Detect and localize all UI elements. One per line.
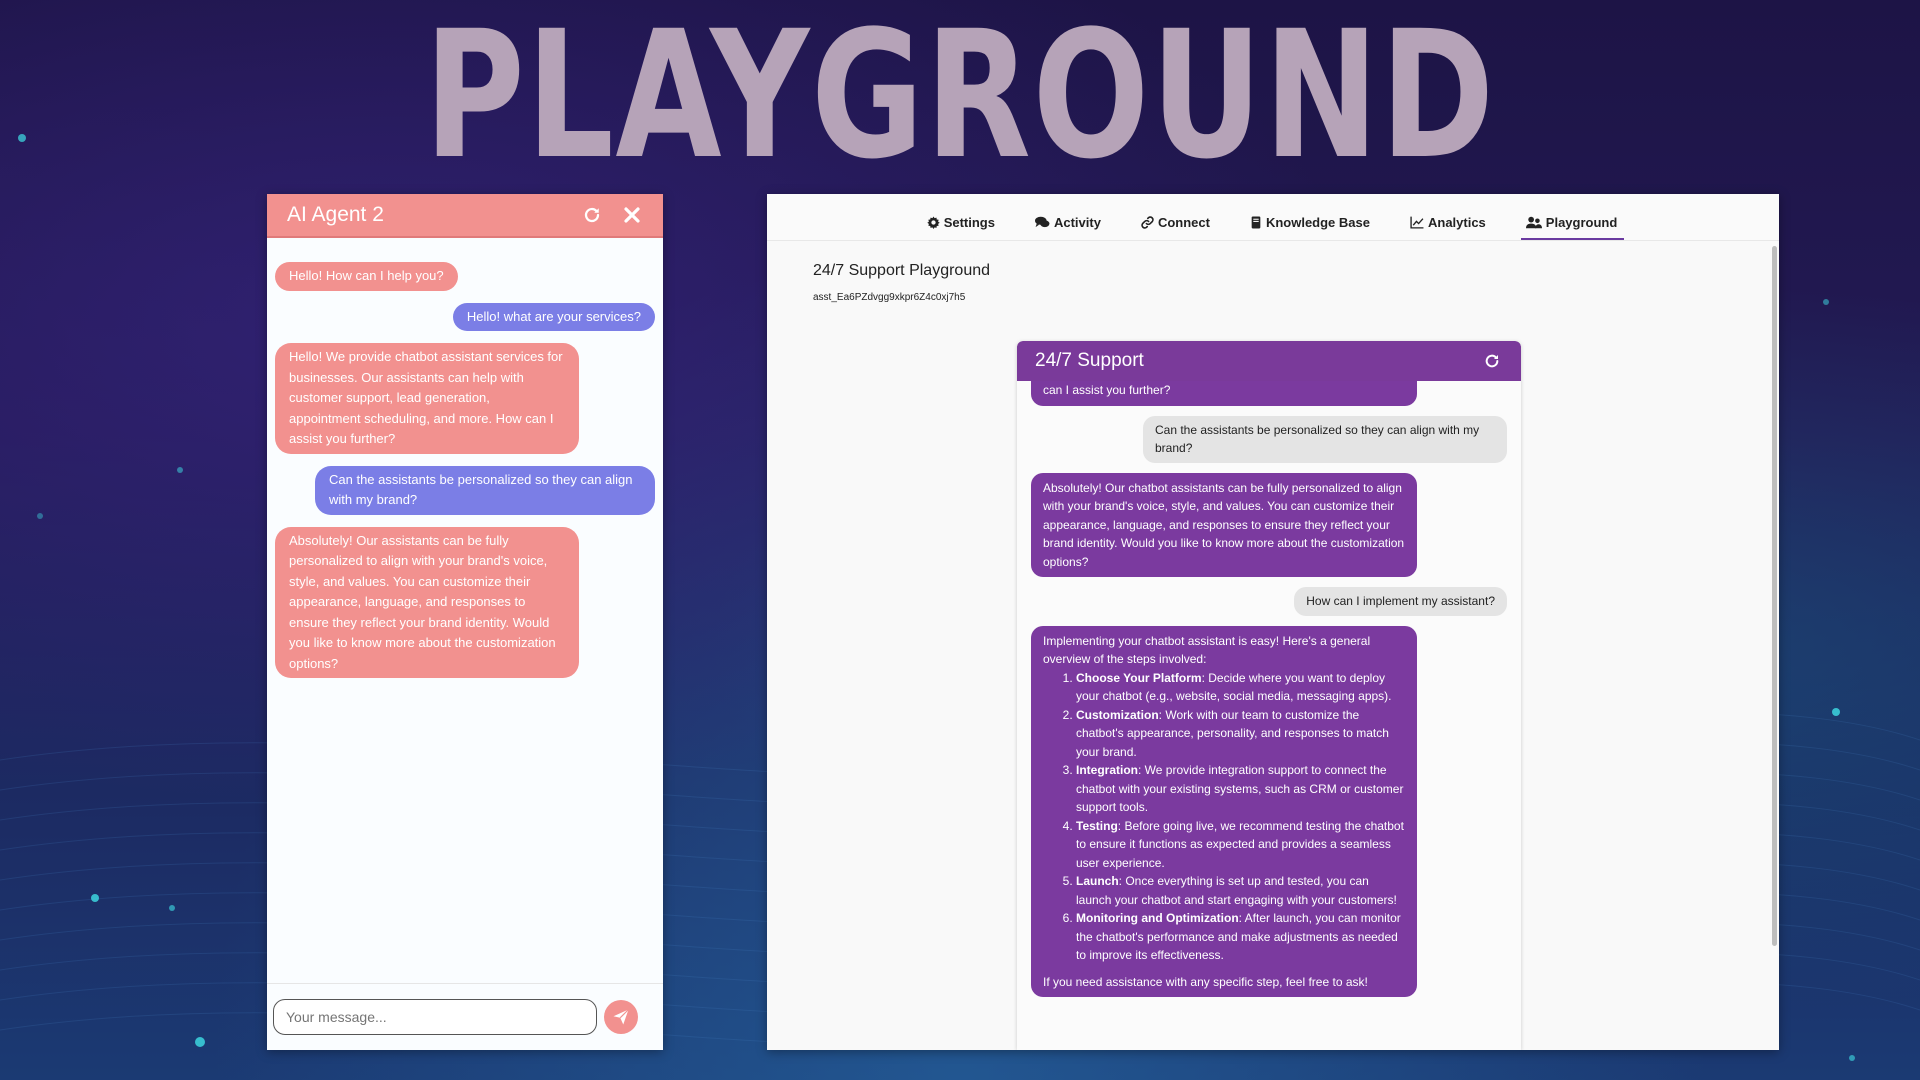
step-title: Testing (1076, 818, 1118, 833)
page-title: 24/7 Support Playground (813, 262, 991, 279)
agent-composer (267, 983, 663, 1050)
tab-label: Connect (1157, 215, 1210, 230)
assistant-admin-panel: Settings Activity Connect Knowledge Base… (767, 194, 1779, 1050)
panel-nav-tabs: Settings Activity Connect Knowledge Base… (767, 194, 1779, 241)
list-item: Integration: We provide integration supp… (1076, 761, 1405, 817)
support-chat-header: 24/7 Support (1017, 341, 1521, 381)
support-message-list: can I assist you further? Can the assist… (1017, 381, 1521, 997)
panel-scrollbar[interactable] (1772, 246, 1777, 946)
step-title: Customization (1076, 707, 1159, 722)
tab-label: Playground (1545, 215, 1618, 230)
tab-knowledge-base[interactable]: Knowledge Base (1245, 215, 1377, 240)
steps-intro: Implementing your chatbot assistant is e… (1043, 633, 1371, 667)
hero-title: PLAYGROUND (424, 0, 1496, 198)
chart-icon (1410, 216, 1424, 229)
list-item: Launch: Once everything is set up and te… (1076, 872, 1405, 909)
send-icon (613, 1009, 629, 1025)
agent-chat-title: AI Agent 2 (287, 203, 384, 226)
tab-activity[interactable]: Activity (1030, 215, 1108, 240)
agent-chat-header: AI Agent 2 (267, 194, 663, 238)
step-title: Monitoring and Optimization (1076, 911, 1239, 925)
step-title: Integration (1076, 763, 1138, 777)
step-text: : Once everything is set up and tested, … (1076, 874, 1397, 907)
comments-icon (1034, 216, 1050, 228)
step-title: Launch (1076, 874, 1119, 888)
support-chat-widget: 24/7 Support can I assist you further? C… (1017, 341, 1521, 1050)
bot-message: Hello! We provide chatbot assistant serv… (275, 343, 579, 454)
tab-label: Knowledge Base (1265, 215, 1370, 230)
step-text: : Before going live, we recommend testin… (1076, 818, 1404, 870)
bot-message: Absolutely! Our assistants can be fully … (275, 526, 579, 678)
steps-list: Choose Your Platform: Decide where you w… (1043, 669, 1405, 965)
close-icon[interactable] (621, 204, 643, 226)
gear-icon (926, 216, 940, 229)
assistant-id: asst_Ea6PZdvgg9xkpr6Z4c0xj7h5 (813, 292, 966, 303)
bot-message: can I assist you further? (1031, 381, 1417, 406)
bot-message: Implementing your chatbot assistant is e… (1031, 625, 1417, 997)
tab-label: Analytics (1427, 215, 1486, 230)
agent-chat-widget: AI Agent 2 Hello! How can I help you? He… (267, 194, 663, 1050)
step-title: Choose Your Platform (1076, 670, 1202, 685)
message-input[interactable] (273, 999, 597, 1035)
send-button[interactable] (604, 1000, 638, 1034)
user-message: Hello! what are your services? (452, 302, 655, 331)
user-message: Can the assistants be personalized so th… (1143, 415, 1507, 463)
list-item: Customization: Work with our team to cus… (1076, 706, 1405, 762)
agent-message-list: Hello! How can I help you? Hello! what a… (267, 238, 663, 952)
list-item: Monitoring and Optimization: After launc… (1076, 909, 1405, 965)
steps-outro: If you need assistance with any specific… (1043, 974, 1368, 989)
refresh-icon[interactable] (581, 204, 603, 226)
link-icon (1141, 216, 1154, 229)
user-message: Can the assistants be personalized so th… (315, 465, 655, 515)
tab-label: Settings (943, 215, 995, 230)
tab-analytics[interactable]: Analytics (1405, 215, 1493, 240)
book-icon (1251, 216, 1261, 229)
support-chat-title: 24/7 Support (1035, 350, 1144, 371)
tab-settings[interactable]: Settings (922, 215, 1002, 240)
user-message: How can I implement my assistant? (1294, 587, 1507, 616)
bot-message: Absolutely! Our chatbot assistants can b… (1031, 472, 1417, 577)
bot-message: Hello! How can I help you? (275, 262, 458, 291)
users-icon (1525, 216, 1542, 229)
tab-connect[interactable]: Connect (1136, 215, 1217, 240)
list-item: Testing: Before going live, we recommend… (1076, 817, 1405, 873)
tab-label: Activity (1053, 215, 1101, 230)
tab-playground[interactable]: Playground (1520, 215, 1625, 240)
list-item: Choose Your Platform: Decide where you w… (1076, 669, 1405, 706)
refresh-icon[interactable] (1481, 350, 1503, 372)
